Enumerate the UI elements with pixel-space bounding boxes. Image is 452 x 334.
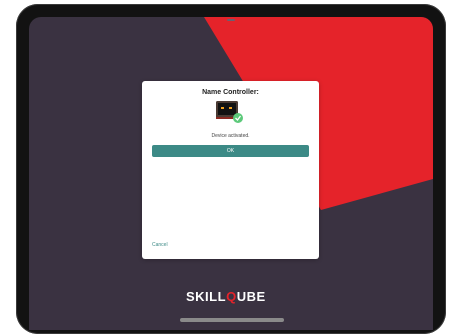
home-indicator [180, 318, 284, 322]
controller-device-icon [216, 101, 243, 123]
skillqube-logo: SKILLQUBE [186, 288, 278, 304]
status-message: Device activated. [211, 133, 250, 139]
brand-prefix: SKILL [186, 289, 227, 304]
dialog-title: Name Controller: [202, 89, 259, 96]
top-sensor [227, 19, 235, 21]
name-controller-dialog: Name Controller: Device activated. OK Ca… [142, 81, 319, 259]
ok-button[interactable]: OK [152, 145, 309, 157]
brand-suffix: UBE [236, 289, 266, 304]
brand-q: Q [226, 289, 237, 304]
cancel-button[interactable]: Cancel [152, 242, 168, 248]
check-circle-icon [233, 113, 243, 123]
